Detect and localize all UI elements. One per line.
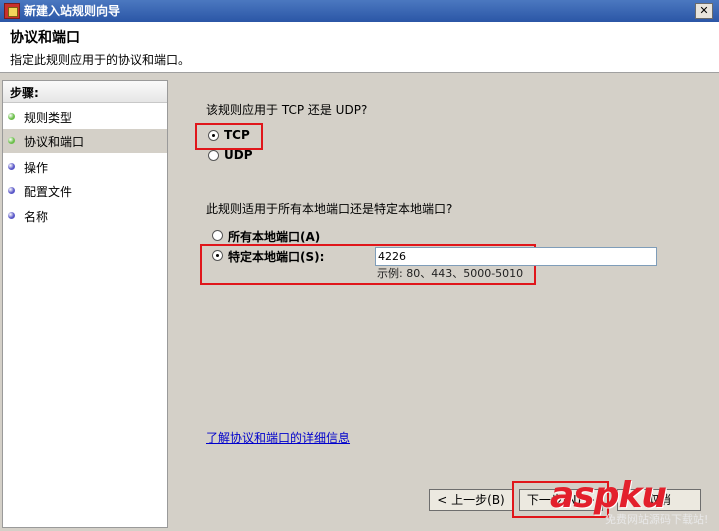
- step-status-icon: [8, 187, 15, 194]
- step-label: 规则类型: [24, 111, 73, 125]
- wizard-header: 协议和端口 指定此规则应用于的协议和端口。: [0, 22, 719, 73]
- step-profile[interactable]: 配置文件: [3, 179, 167, 203]
- udp-radio[interactable]: [208, 150, 219, 161]
- ports-question: 此规则适用于所有本地端口还是特定本地端口?: [206, 202, 453, 216]
- step-status-icon: [8, 212, 15, 219]
- step-status-icon: [8, 113, 15, 120]
- step-label: 协议和端口: [24, 135, 85, 149]
- step-protocol-ports[interactable]: 协议和端口: [3, 129, 167, 153]
- tcp-label[interactable]: TCP: [224, 128, 250, 142]
- title-bar: 新建入站规则向导 ✕: [0, 0, 719, 23]
- step-name[interactable]: 名称: [3, 204, 167, 228]
- watermark-logo: aspku: [550, 475, 667, 516]
- steps-heading: 步骤:: [3, 81, 167, 103]
- learn-more-link[interactable]: 了解协议和端口的详细信息: [206, 429, 350, 446]
- all-ports-radio[interactable]: [212, 230, 223, 241]
- page-subtitle: 指定此规则应用于的协议和端口。: [10, 53, 191, 67]
- firewall-icon: [4, 3, 20, 19]
- step-action[interactable]: 操作: [3, 155, 167, 179]
- specific-ports-radio[interactable]: [212, 250, 223, 261]
- step-status-icon: [8, 137, 15, 144]
- step-label: 操作: [24, 161, 49, 175]
- step-status-icon: [8, 163, 15, 170]
- protocol-question: 该规则应用于 TCP 还是 UDP?: [206, 103, 368, 117]
- port-input[interactable]: [375, 247, 657, 266]
- steps-heading-label: 步骤:: [10, 86, 39, 100]
- back-button[interactable]: < 上一步(B): [429, 489, 513, 511]
- step-label: 配置文件: [24, 185, 73, 199]
- step-label: 名称: [24, 210, 49, 224]
- page-title: 协议和端口: [10, 30, 80, 46]
- all-ports-label[interactable]: 所有本地端口(A): [228, 228, 320, 245]
- window-title: 新建入站规则向导: [24, 4, 121, 18]
- step-rule-type[interactable]: 规则类型: [3, 105, 167, 129]
- udp-label[interactable]: UDP: [224, 148, 253, 162]
- steps-panel: 步骤: 规则类型 协议和端口 操作 配置文件 名称: [2, 80, 168, 528]
- port-example: 示例: 80、443、5000-5010: [377, 267, 524, 280]
- tcp-radio[interactable]: [208, 130, 219, 141]
- specific-ports-label[interactable]: 特定本地端口(S):: [228, 248, 324, 265]
- watermark-subtitle: 免费网站源码下载站!: [605, 513, 709, 526]
- close-button[interactable]: ✕: [695, 3, 713, 19]
